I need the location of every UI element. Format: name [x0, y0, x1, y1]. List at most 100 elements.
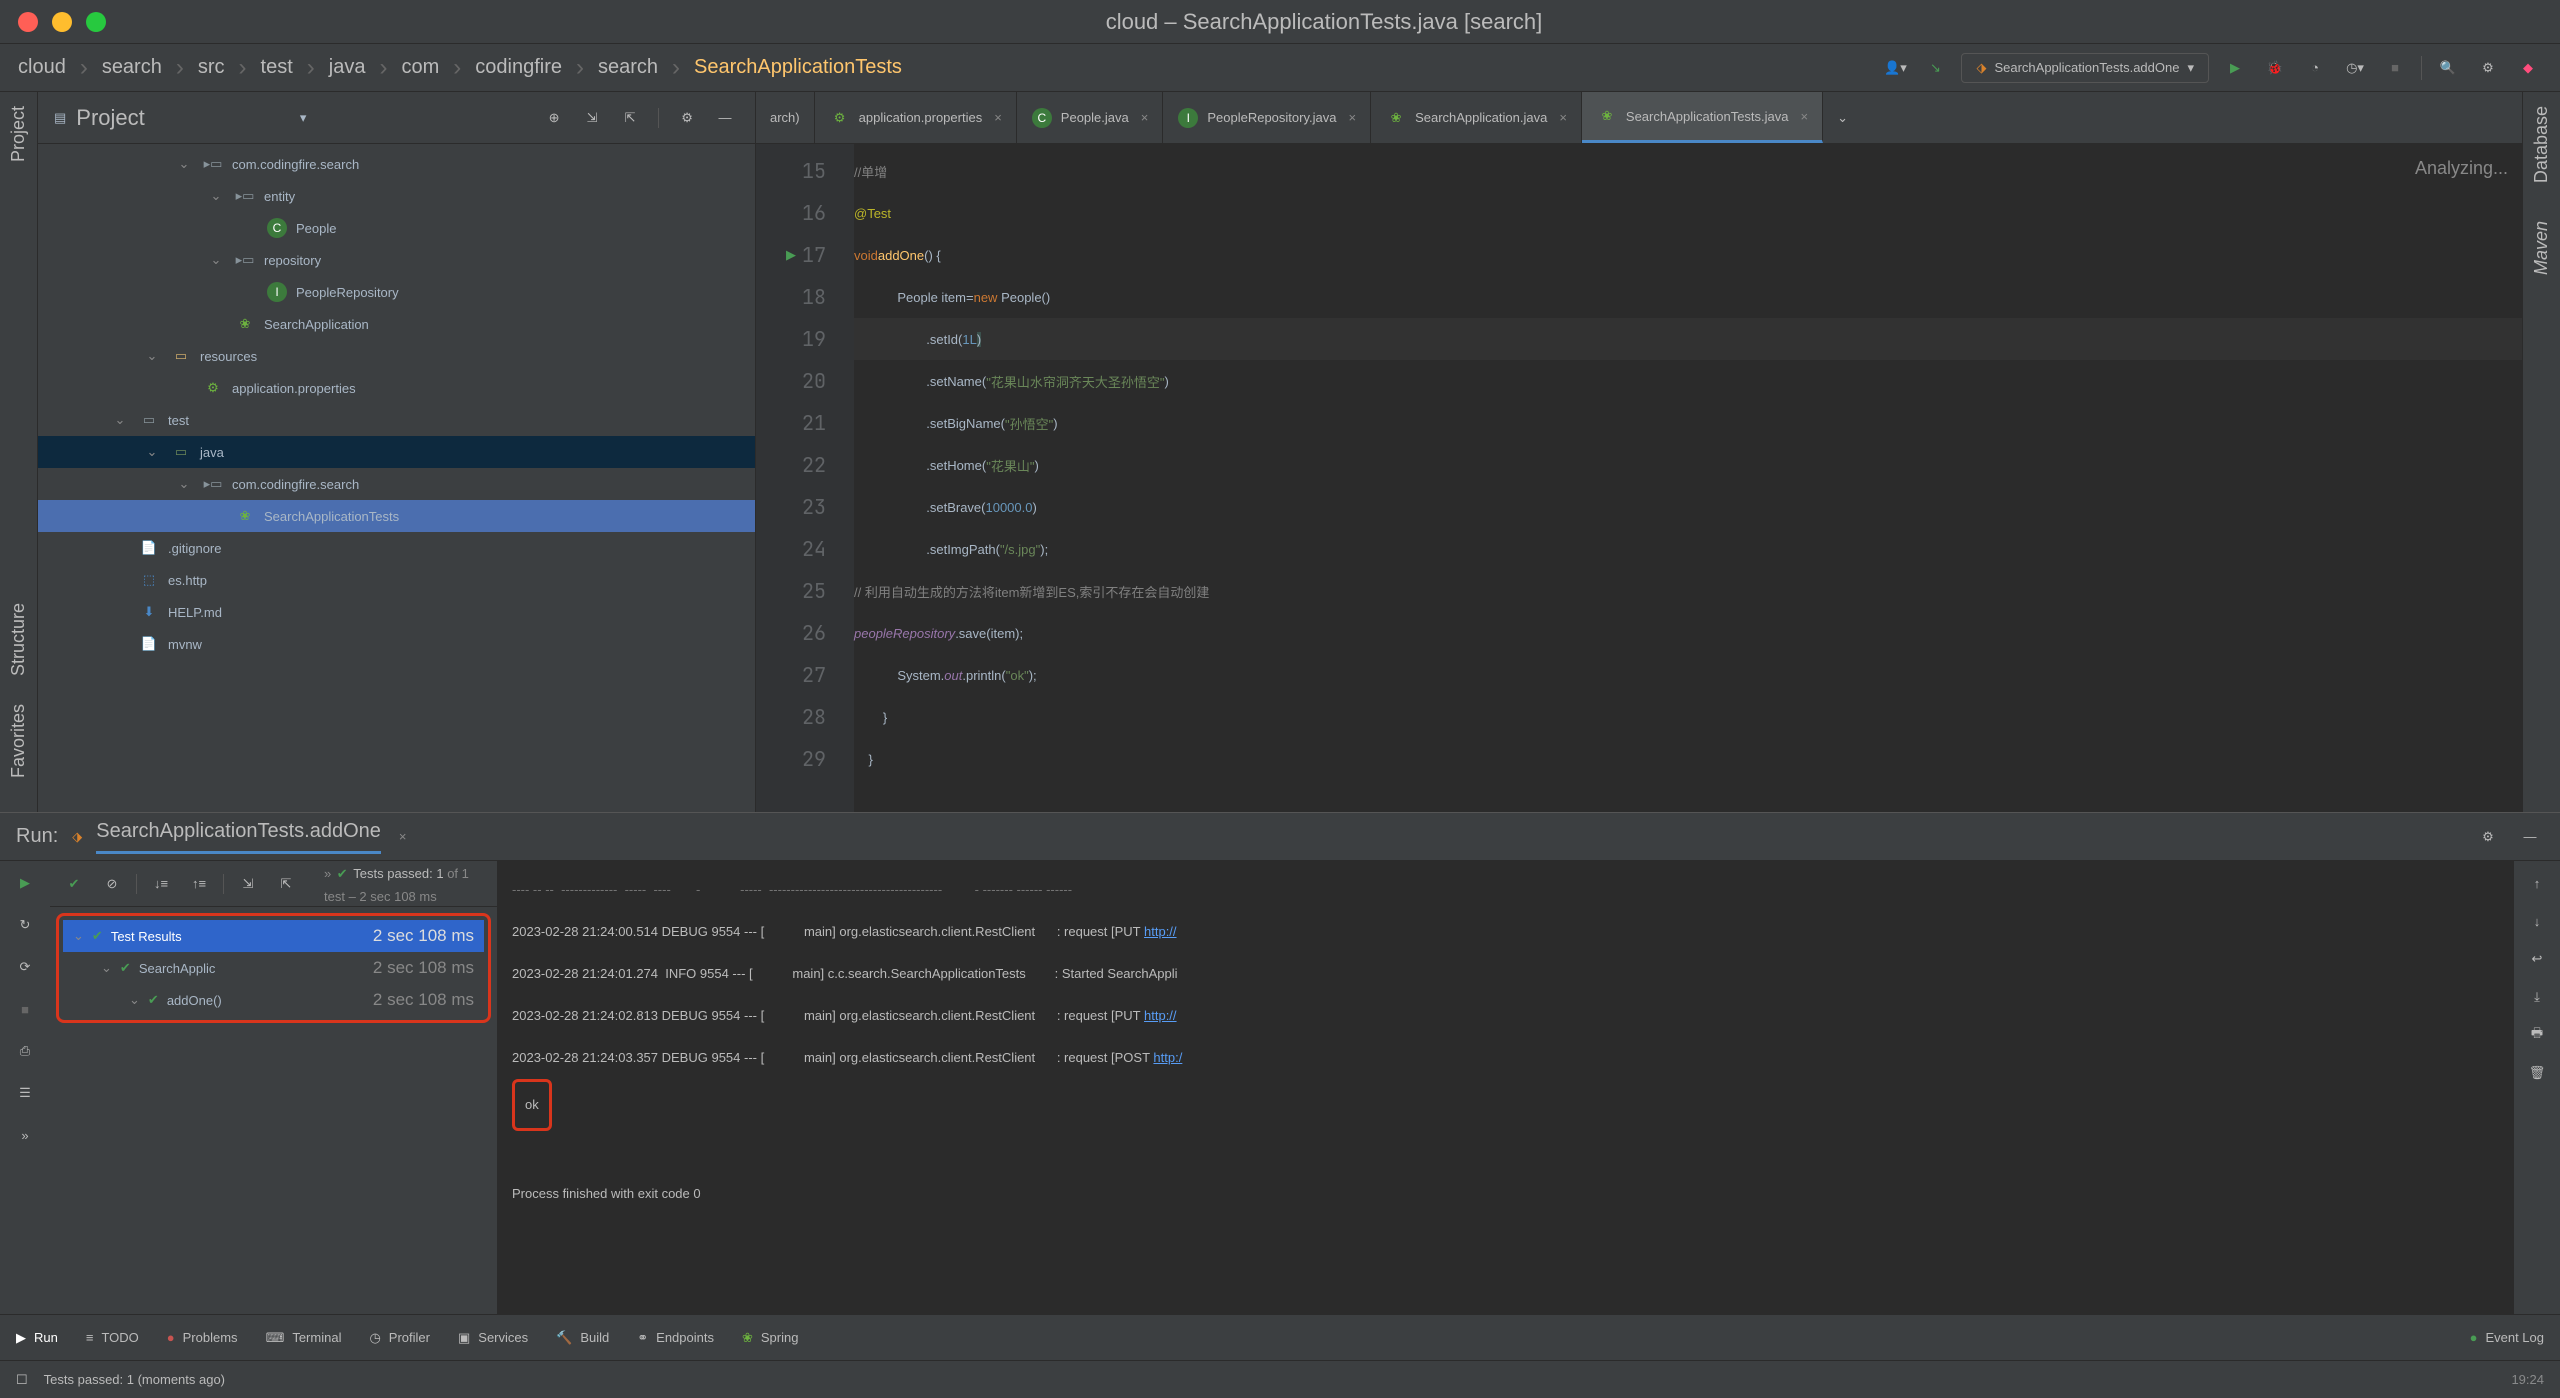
window-close-button[interactable]: [18, 12, 38, 32]
tabs-dropdown-icon[interactable]: ⌄: [1823, 92, 1862, 143]
bottom-spring-tab[interactable]: ❀Spring: [742, 1330, 798, 1346]
test-tree-item[interactable]: ⌄✔Test Results2 sec 108 ms: [63, 920, 484, 952]
sort-down-icon[interactable]: ↓≡: [147, 870, 175, 898]
editor-tab[interactable]: ❀SearchApplicationTests.java×: [1582, 92, 1823, 143]
editor-tab[interactable]: CPeople.java×: [1017, 92, 1164, 143]
tree-item[interactable]: ❀SearchApplicationTests: [38, 500, 755, 532]
scroll-to-end-icon[interactable]: ⤓: [2523, 983, 2551, 1011]
bottom-build-tab[interactable]: 🔨Build: [556, 1330, 609, 1346]
tree-item[interactable]: IPeopleRepository: [38, 276, 755, 308]
scroll-down-icon[interactable]: ↓: [2523, 907, 2551, 935]
bottom-profiler-tab[interactable]: ◷Profiler: [369, 1330, 430, 1346]
settings-icon[interactable]: [2474, 54, 2502, 82]
tree-item[interactable]: ⬚es.http: [38, 564, 755, 596]
breadcrumb-item[interactable]: java: [329, 56, 366, 79]
dump-icon[interactable]: ⎙: [11, 1037, 39, 1065]
pin-icon[interactable]: »: [11, 1121, 39, 1149]
project-tool-tab[interactable]: Project: [8, 100, 29, 168]
collapse-all-icon[interactable]: ⇱: [616, 104, 644, 132]
project-settings-icon[interactable]: [673, 104, 701, 132]
stop-run-button[interactable]: ■: [11, 995, 39, 1023]
soft-wrap-icon[interactable]: ↩: [2523, 945, 2551, 973]
editor-gutter[interactable]: 1516▶17181920212223242526272829: [756, 144, 854, 812]
bottom-todo-tab[interactable]: ≡TODO: [86, 1330, 139, 1345]
expand-all-icon[interactable]: ⇲: [578, 104, 606, 132]
bottom-run-tab[interactable]: ▶Run: [16, 1330, 58, 1346]
print-icon[interactable]: 🖶: [2523, 1021, 2551, 1049]
tree-item[interactable]: ❀SearchApplication: [38, 308, 755, 340]
tab-close-icon[interactable]: ×: [1801, 109, 1809, 124]
run-hide-icon[interactable]: —: [2516, 823, 2544, 851]
project-tree[interactable]: ⌄▸▭com.codingfire.search⌄▸▭entityCPeople…: [38, 144, 755, 812]
layout-icon[interactable]: ☰: [11, 1079, 39, 1107]
editor-tab[interactable]: arch): [756, 92, 815, 143]
sort-up-icon[interactable]: ↑≡: [185, 870, 213, 898]
bottom-problems-tab[interactable]: ●Problems: [167, 1330, 238, 1345]
tree-item[interactable]: ⌄▸▭entity: [38, 180, 755, 212]
breadcrumb-item[interactable]: search: [598, 56, 658, 79]
bottom-terminal-tab[interactable]: ⌨Terminal: [266, 1330, 342, 1346]
breadcrumb-item[interactable]: src: [198, 56, 225, 79]
breadcrumb-item[interactable]: test: [261, 56, 293, 79]
breadcrumb-item[interactable]: com: [401, 56, 439, 79]
editor-tab[interactable]: IPeopleRepository.java×: [1163, 92, 1371, 143]
run-configuration-dropdown[interactable]: ⬗ SearchApplicationTests.addOne ▾: [1961, 53, 2209, 83]
tab-close-icon[interactable]: ×: [1141, 110, 1149, 125]
breadcrumb[interactable]: cloud search src test java com codingfire searc…: [18, 54, 1873, 82]
toggle-auto-test-button[interactable]: ⟳: [11, 953, 39, 981]
rerun-button[interactable]: ▶: [11, 869, 39, 897]
favorites-tool-tab[interactable]: Favorites: [8, 698, 29, 784]
tree-item[interactable]: ⌄▸▭com.codingfire.search: [38, 468, 755, 500]
breadcrumb-item[interactable]: SearchApplicationTests: [694, 56, 902, 79]
expand-icon[interactable]: ⇲: [234, 870, 262, 898]
coverage-button[interactable]: ◔: [2301, 54, 2329, 82]
run-tab-name[interactable]: SearchApplicationTests.addOne: [96, 820, 381, 854]
editor-tab[interactable]: ❀SearchApplication.java×: [1371, 92, 1582, 143]
rerun-failed-button[interactable]: ↻: [11, 911, 39, 939]
tree-item[interactable]: ⌄▭test: [38, 404, 755, 436]
tree-item[interactable]: 📄.gitignore: [38, 532, 755, 564]
window-minimize-button[interactable]: [52, 12, 72, 32]
breadcrumb-item[interactable]: codingfire: [475, 56, 562, 79]
editor-code[interactable]: //单增 @Test void addOne() { People item=n…: [854, 144, 2522, 812]
run-button[interactable]: ▶: [2221, 54, 2249, 82]
locate-icon[interactable]: ⊕: [540, 104, 568, 132]
run-settings-icon[interactable]: [2474, 823, 2502, 851]
test-tree-item[interactable]: ⌄✔SearchApplic2 sec 108 ms: [63, 952, 484, 984]
collapse-icon[interactable]: ⇱: [272, 870, 300, 898]
console-output[interactable]: ---- -- -- ------------- ----- ---- - --…: [498, 861, 2560, 1314]
tree-item[interactable]: ⌄▸▭com.codingfire.search: [38, 148, 755, 180]
debug-button[interactable]: 🐞: [2261, 54, 2289, 82]
tree-item[interactable]: CPeople: [38, 212, 755, 244]
search-everywhere-icon[interactable]: 🔍: [2434, 54, 2462, 82]
breadcrumb-item[interactable]: search: [102, 56, 162, 79]
tab-close-icon[interactable]: ×: [1348, 110, 1356, 125]
test-results-tree[interactable]: ⌄✔Test Results2 sec 108 ms⌄✔SearchApplic…: [56, 913, 491, 1023]
user-icon[interactable]: 👤▾: [1881, 54, 1909, 82]
bottom-endpoints-tab[interactable]: ⚭Endpoints: [637, 1330, 714, 1346]
hide-panel-icon[interactable]: —: [711, 104, 739, 132]
clear-icon[interactable]: 🗑: [2523, 1059, 2551, 1087]
breadcrumb-item[interactable]: cloud: [18, 56, 66, 79]
tree-item[interactable]: ⬇HELP.md: [38, 596, 755, 628]
run-tab-close-icon[interactable]: ×: [399, 829, 407, 844]
project-panel-title[interactable]: Project: [76, 105, 290, 131]
show-passed-icon[interactable]: ✔: [60, 870, 88, 898]
structure-tool-tab[interactable]: Structure: [8, 597, 29, 682]
tree-item[interactable]: ⌄▸▭repository: [38, 244, 755, 276]
tab-close-icon[interactable]: ×: [994, 110, 1002, 125]
window-maximize-button[interactable]: [86, 12, 106, 32]
editor-tab[interactable]: ⚙application.properties×: [815, 92, 1017, 143]
build-icon[interactable]: ↘: [1921, 54, 1949, 82]
tree-item[interactable]: ⌄▭resources: [38, 340, 755, 372]
database-tool-tab[interactable]: Database: [2531, 100, 2552, 189]
profile-button[interactable]: ◷▾: [2341, 54, 2369, 82]
tree-item[interactable]: ⌄▭java: [38, 436, 755, 468]
scroll-up-icon[interactable]: ↑: [2523, 869, 2551, 897]
stop-button[interactable]: ■: [2381, 54, 2409, 82]
editor-tabs[interactable]: arch)⚙application.properties×CPeople.jav…: [756, 92, 2522, 144]
maven-tool-tab[interactable]: Maven: [2531, 215, 2552, 281]
bottom-event-log-tab[interactable]: ●Event Log: [2470, 1330, 2544, 1345]
tab-close-icon[interactable]: ×: [1559, 110, 1567, 125]
show-ignored-icon[interactable]: ⊘: [98, 870, 126, 898]
